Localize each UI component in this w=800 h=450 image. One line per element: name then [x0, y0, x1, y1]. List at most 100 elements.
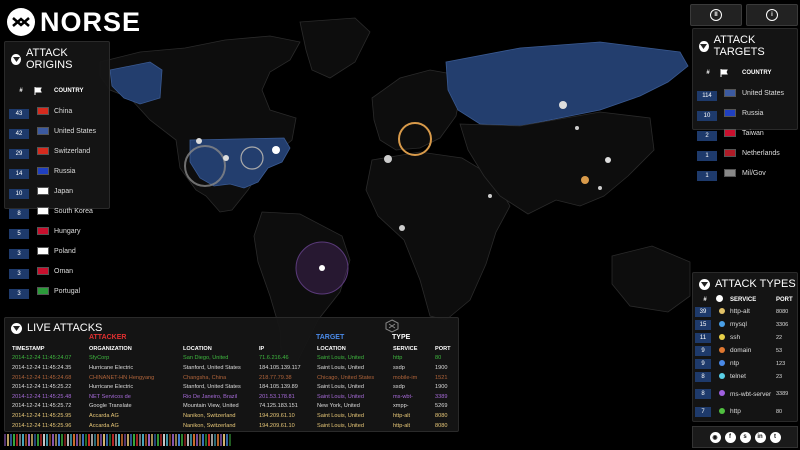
target-row[interactable]: 114 United States — [697, 83, 785, 103]
attack-service: http-alt — [393, 412, 411, 419]
pause-button[interactable]: II — [690, 4, 742, 26]
info-button[interactable]: i — [746, 4, 798, 26]
flag-icon — [37, 206, 49, 215]
attack-organization: Hurricane Electric — [89, 384, 134, 391]
linkedin-icon[interactable]: in — [754, 431, 766, 443]
type-port: 123 — [776, 360, 786, 367]
location-header: LOCATION — [183, 345, 212, 352]
attack-type-row[interactable]: 8 telnet 23 — [695, 370, 794, 383]
origin-row[interactable]: 5 Hungary — [9, 221, 97, 241]
target-row[interactable]: 1 Netherlands — [697, 143, 785, 163]
attack-type-row[interactable]: 15 mysql 3306 — [695, 318, 794, 331]
collapse-icon[interactable] — [11, 322, 22, 334]
flag-icon — [724, 88, 736, 97]
attack-port: 3389 — [435, 393, 448, 400]
origin-count: 14 — [9, 169, 29, 179]
type-service: http — [730, 408, 741, 415]
barcode-bar — [25, 434, 27, 446]
attack-dot-russia — [559, 101, 567, 109]
collapse-icon[interactable] — [699, 278, 710, 290]
flag-icon — [37, 246, 49, 255]
attack-target: Saint Louis, United — [317, 422, 364, 429]
attack-origins-panel: ATTACK ORIGINS # COUNTRY 43 China 42 United… — [4, 41, 110, 299]
target-count: 2 — [697, 131, 717, 141]
type-count: 11 — [695, 332, 711, 343]
barcode-bar — [190, 434, 192, 446]
rss-icon[interactable]: ◉ — [709, 431, 721, 443]
target-row[interactable]: 2 Taiwan — [697, 123, 785, 143]
attack-type-row[interactable]: 39 http-alt 8080 — [695, 305, 794, 318]
attack-type-row[interactable]: 9 ntp 123 — [695, 357, 794, 370]
barcode-bar — [16, 434, 18, 446]
facebook-icon[interactable]: f — [724, 431, 736, 443]
type-count: 39 — [695, 306, 711, 317]
target-count: 1 — [697, 151, 717, 161]
type-count: 8 — [695, 389, 711, 399]
origin-row[interactable]: 42 United States — [9, 121, 97, 141]
attack-service: http-alt — [393, 422, 411, 429]
twitter-icon[interactable]: t — [769, 431, 781, 443]
attack-ip: 218.77.79.38 — [259, 374, 292, 381]
origin-row[interactable]: 8 South Korea — [9, 201, 97, 221]
attack-timestamp: 2014-12-24 11:45:25.72 — [12, 403, 72, 410]
live-attack-row[interactable]: 2014-12-24 11:45:25.48 NET Servicos de Rio… — [12, 392, 455, 402]
barcode-bar — [223, 434, 225, 446]
attack-origins-title: ATTACK ORIGINS — [26, 47, 73, 71]
live-attack-row[interactable]: 2014-12-24 11:45:24.68 CHINANET-HN Hengya… — [12, 373, 455, 383]
skype-icon[interactable]: s — [739, 431, 751, 443]
origin-country: United States — [54, 127, 97, 135]
flag-icon — [37, 186, 49, 195]
live-attack-row[interactable]: 2014-12-24 11:45:24.07 SfyCorp San Diego, … — [12, 354, 455, 364]
target-label: TARGET — [316, 334, 345, 341]
barcode-bar — [148, 434, 150, 446]
collapse-icon[interactable] — [699, 40, 709, 52]
attack-type-row[interactable]: 9 domain 53 — [695, 344, 794, 357]
origin-row[interactable]: 3 Oman — [9, 261, 97, 281]
live-attack-row[interactable]: 2014-12-24 11:45:25.72 Google Translate Mo… — [12, 402, 455, 412]
service-dot-icon — [719, 346, 725, 353]
rank-header: # — [703, 296, 707, 303]
type-service: domain — [730, 347, 752, 354]
attack-service: http — [393, 355, 403, 362]
barcode-bar — [55, 434, 57, 446]
attack-ip: 194.209.61.10 — [259, 412, 295, 419]
live-attack-row[interactable]: 2014-12-24 11:45:25.22 Hurricane Electric… — [12, 382, 455, 392]
origin-country: Russia — [54, 167, 76, 175]
type-port: 8080 — [776, 308, 789, 315]
origin-count: 43 — [9, 109, 29, 119]
live-attack-row[interactable]: 2014-12-24 11:45:25.95 Accarda AG Nanikon,… — [12, 411, 455, 421]
organization-header: ORGANIZATION — [89, 345, 132, 352]
origin-row[interactable]: 3 Portugal — [9, 281, 97, 301]
attack-type-row[interactable]: 8 ms-wbt-server 3389 — [695, 383, 794, 405]
origin-row[interactable]: 29 Switzerland — [9, 141, 97, 161]
flag-icon — [37, 126, 49, 135]
live-attack-row[interactable]: 2014-12-24 11:45:25.96 Accarda AG Nanikon,… — [12, 421, 455, 431]
attack-target: Chicago, United States — [317, 374, 375, 381]
barcode-bar — [97, 434, 99, 446]
origin-row[interactable]: 43 China — [9, 101, 97, 121]
target-row[interactable]: 1 Mil/Gov — [697, 163, 785, 183]
collapse-icon[interactable] — [11, 53, 21, 65]
attack-ip: 194.209.61.10 — [259, 422, 295, 429]
ip-header: IP — [259, 345, 265, 352]
attack-timestamp: 2014-12-24 11:45:24.68 — [12, 374, 72, 381]
target-row[interactable]: 10 Russia — [697, 103, 785, 123]
logo-text: NORSE — [40, 6, 142, 37]
attack-organization: CHINANET-HN Hengyang — [89, 374, 155, 381]
origin-row[interactable]: 14 Russia — [9, 161, 97, 181]
attack-type-row[interactable]: 11 ssh 22 — [695, 331, 794, 344]
origin-row[interactable]: 3 Poland — [9, 241, 97, 261]
barcode-bar — [76, 434, 78, 446]
attack-timestamp: 2014-12-24 11:45:25.95 — [12, 412, 72, 419]
attack-type-row[interactable]: 7 http 80 — [695, 405, 794, 418]
origin-row[interactable]: 10 Japan — [9, 181, 97, 201]
live-attack-row[interactable]: 2014-12-24 11:45:24.35 Hurricane Electric… — [12, 363, 455, 373]
type-count: 8 — [695, 371, 711, 382]
rank-header: # — [19, 88, 23, 94]
barcode-bar — [100, 434, 102, 446]
target-count: 114 — [697, 91, 717, 101]
barcode-bar — [28, 434, 30, 446]
barcode-bar — [124, 434, 126, 446]
type-count: 7 — [695, 406, 711, 417]
barcode-bar — [205, 434, 207, 446]
